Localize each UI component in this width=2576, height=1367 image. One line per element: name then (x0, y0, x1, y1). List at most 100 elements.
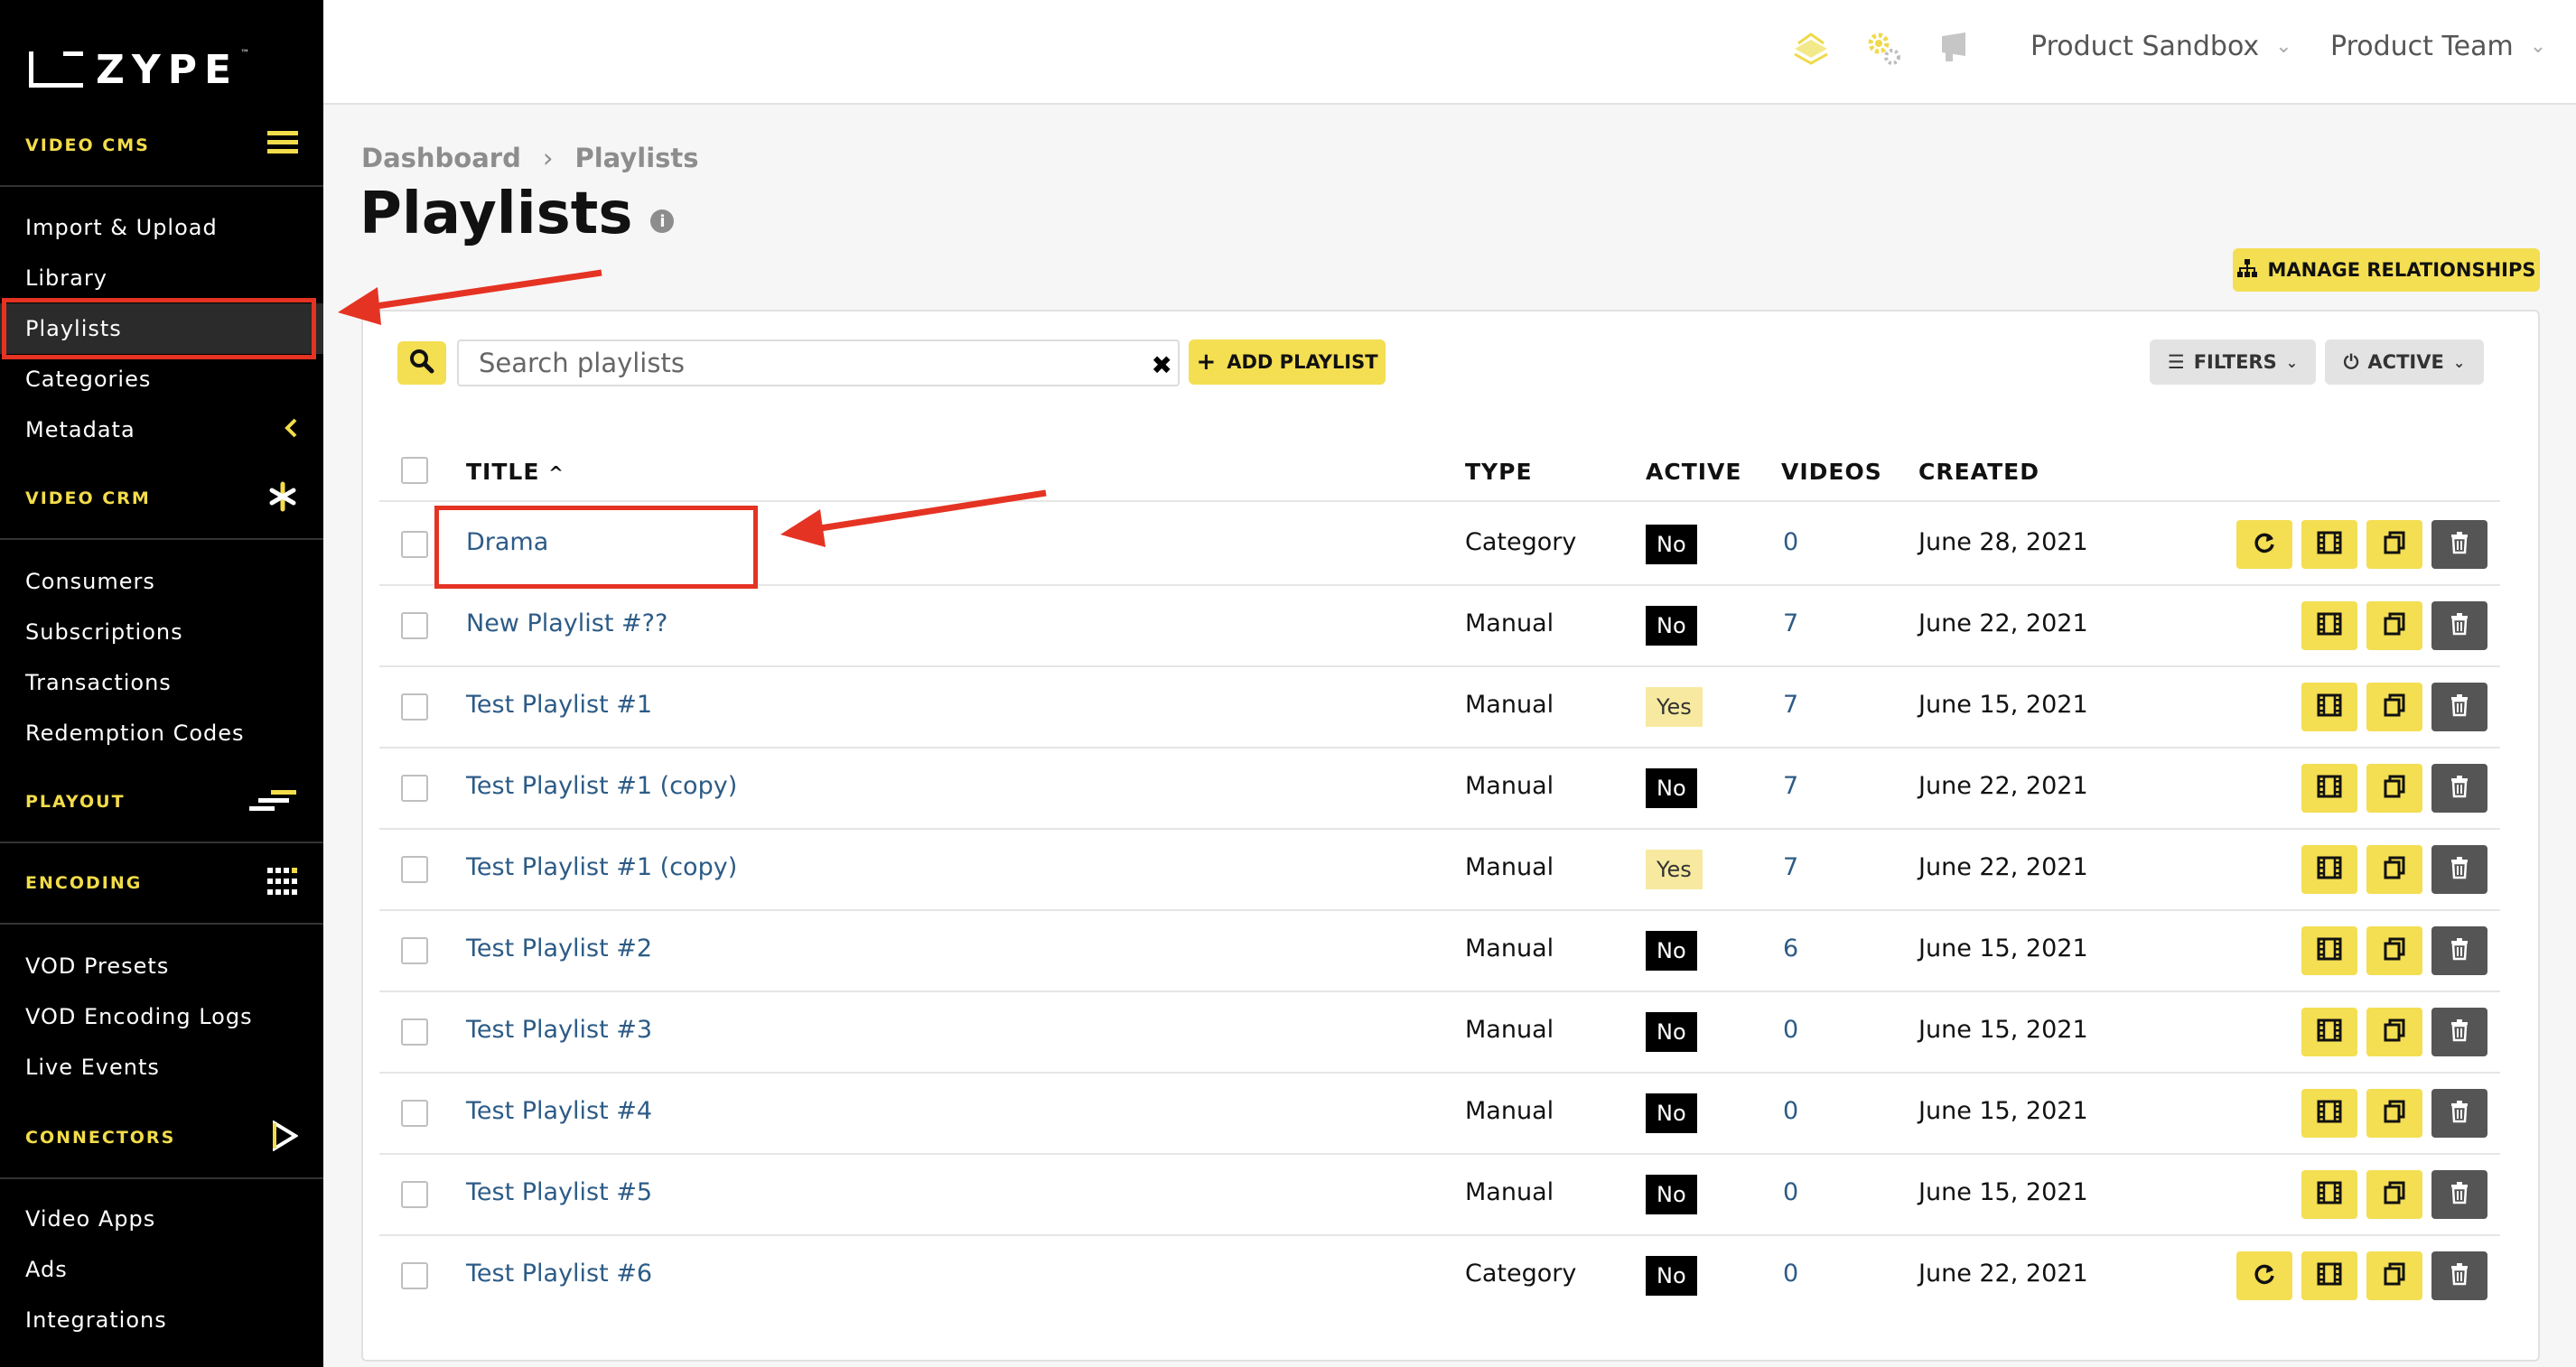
duplicate-button[interactable] (2366, 845, 2422, 894)
row-checkbox[interactable] (401, 1100, 428, 1127)
delete-button[interactable] (2431, 601, 2487, 650)
videos-count-link[interactable]: 6 (1783, 935, 1798, 962)
manage-videos-button[interactable] (2301, 601, 2357, 650)
row-checkbox[interactable] (401, 856, 428, 883)
manage-relationships-button[interactable]: MANAGE RELATIONSHIPS (2233, 248, 2540, 292)
delete-button[interactable] (2431, 845, 2487, 894)
hamburger-icon[interactable] (267, 129, 298, 163)
delete-button[interactable] (2431, 1089, 2487, 1138)
filters-button[interactable]: ☰ FILTERS ⌄ (2150, 339, 2316, 385)
manage-videos-button[interactable] (2301, 1251, 2357, 1300)
playlist-title-link[interactable]: Test Playlist #6 (466, 1260, 652, 1288)
sidebar-item-video-apps[interactable]: Video Apps (0, 1194, 323, 1244)
row-checkbox[interactable] (401, 775, 428, 802)
videos-count-link[interactable]: 0 (1783, 1016, 1798, 1044)
manage-videos-button[interactable] (2301, 1089, 2357, 1138)
duplicate-button[interactable] (2366, 520, 2422, 569)
duplicate-button[interactable] (2366, 601, 2422, 650)
row-checkbox[interactable] (401, 937, 428, 964)
manage-videos-button[interactable] (2301, 764, 2357, 813)
chevron-left-icon[interactable] (284, 414, 298, 446)
playlist-title-link[interactable]: Test Playlist #5 (466, 1178, 652, 1206)
sidebar-item-vod-presets[interactable]: VOD Presets (0, 941, 323, 991)
team-dropdown[interactable]: Product Team ⌄ (2330, 31, 2546, 62)
manage-videos-button[interactable] (2301, 683, 2357, 731)
videos-count-link[interactable]: 0 (1783, 1260, 1798, 1288)
section-connectors[interactable]: CONNECTORS (0, 1098, 323, 1179)
announcement-icon[interactable] (1938, 29, 1976, 73)
duplicate-button[interactable] (2366, 1089, 2422, 1138)
delete-button[interactable] (2431, 683, 2487, 731)
manage-videos-button[interactable] (2301, 1170, 2357, 1219)
videos-count-link[interactable]: 7 (1783, 772, 1798, 800)
duplicate-button[interactable] (2366, 1008, 2422, 1056)
sidebar-item-vod-encoding-logs[interactable]: VOD Encoding Logs (0, 991, 323, 1042)
sidebar-item-redemption-codes[interactable]: Redemption Codes (0, 708, 323, 758)
playlist-title-link[interactable]: Test Playlist #1 (466, 691, 652, 719)
column-header-title[interactable]: TITLE ^ (466, 459, 565, 485)
search-input[interactable]: Search playlists ✖ (457, 339, 1180, 386)
sandbox-dropdown[interactable]: Product Sandbox ⌄ (2030, 31, 2292, 62)
playlist-title-link[interactable]: Test Playlist #1 (copy) (466, 853, 737, 881)
videos-count-link[interactable]: 7 (1783, 853, 1798, 881)
videos-count-link[interactable]: 0 (1783, 1178, 1798, 1206)
manage-videos-button[interactable] (2301, 845, 2357, 894)
add-playlist-button[interactable]: + ADD PLAYLIST (1189, 339, 1386, 385)
row-checkbox[interactable] (401, 1181, 428, 1208)
sidebar-item-consumers[interactable]: Consumers (0, 556, 323, 607)
sidebar-item-import-upload[interactable]: Import & Upload (0, 202, 323, 253)
delete-button[interactable] (2431, 1008, 2487, 1056)
search-button[interactable] (397, 341, 446, 385)
row-checkbox[interactable] (401, 1018, 428, 1046)
gears-icon[interactable] (1864, 29, 1904, 77)
sidebar-item-transactions[interactable]: Transactions (0, 657, 323, 708)
section-video-cms[interactable]: VIDEO CMS (0, 106, 323, 187)
delete-button[interactable] (2431, 1170, 2487, 1219)
playlist-title-link[interactable]: Test Playlist #2 (466, 935, 652, 962)
manage-videos-button[interactable] (2301, 1008, 2357, 1056)
delete-button[interactable] (2431, 520, 2487, 569)
row-checkbox[interactable] (401, 1262, 428, 1289)
duplicate-button[interactable] (2366, 926, 2422, 975)
section-playout[interactable]: PLAYOUT (0, 762, 323, 843)
playlist-title-link[interactable]: Test Playlist #4 (466, 1097, 652, 1125)
sidebar-item-library[interactable]: Library (0, 253, 323, 303)
stack-icon[interactable] (1791, 29, 1831, 77)
playlist-title-link[interactable]: Test Playlist #1 (copy) (466, 772, 737, 800)
delete-button[interactable] (2431, 764, 2487, 813)
sidebar-item-integrations[interactable]: Integrations (0, 1295, 323, 1345)
delete-button[interactable] (2431, 926, 2487, 975)
zype-logo[interactable]: ZYPE ™ (29, 47, 249, 93)
active-filter-button[interactable]: ⏻ ACTIVE ⌄ (2325, 339, 2484, 385)
info-icon[interactable]: i (650, 209, 675, 233)
playlist-title-link[interactable]: Test Playlist #3 (466, 1016, 652, 1044)
row-checkbox[interactable] (401, 693, 428, 721)
select-all-checkbox[interactable] (401, 457, 428, 484)
manage-videos-button[interactable] (2301, 520, 2357, 569)
videos-count-link[interactable]: 7 (1783, 609, 1798, 637)
manage-videos-button[interactable] (2301, 926, 2357, 975)
breadcrumb-dashboard[interactable]: Dashboard (361, 143, 521, 173)
duplicate-button[interactable] (2366, 1251, 2422, 1300)
duplicate-button[interactable] (2366, 683, 2422, 731)
refresh-button[interactable] (2236, 1251, 2292, 1300)
sidebar-item-live-events[interactable]: Live Events (0, 1042, 323, 1093)
refresh-button[interactable] (2236, 520, 2292, 569)
videos-count-link[interactable]: 7 (1783, 691, 1798, 719)
row-checkbox[interactable] (401, 531, 428, 558)
section-encoding[interactable]: ENCODING (0, 843, 323, 925)
delete-button[interactable] (2431, 1251, 2487, 1300)
playlist-title-link[interactable]: New Playlist #?? (466, 609, 667, 637)
duplicate-button[interactable] (2366, 764, 2422, 813)
videos-count-link[interactable]: 0 (1783, 528, 1798, 556)
row-checkbox[interactable] (401, 612, 428, 639)
videos-count-link[interactable]: 0 (1783, 1097, 1798, 1125)
sidebar-item-metadata[interactable]: Metadata (0, 405, 323, 455)
sidebar-item-categories[interactable]: Categories (0, 354, 323, 405)
duplicate-button[interactable] (2366, 1170, 2422, 1219)
film-icon (2317, 937, 2342, 964)
clear-icon[interactable]: ✖ (1152, 350, 1172, 380)
sidebar-item-subscriptions[interactable]: Subscriptions (0, 607, 323, 657)
sidebar-item-ads[interactable]: Ads (0, 1244, 323, 1295)
section-video-crm[interactable]: VIDEO CRM (0, 459, 323, 540)
